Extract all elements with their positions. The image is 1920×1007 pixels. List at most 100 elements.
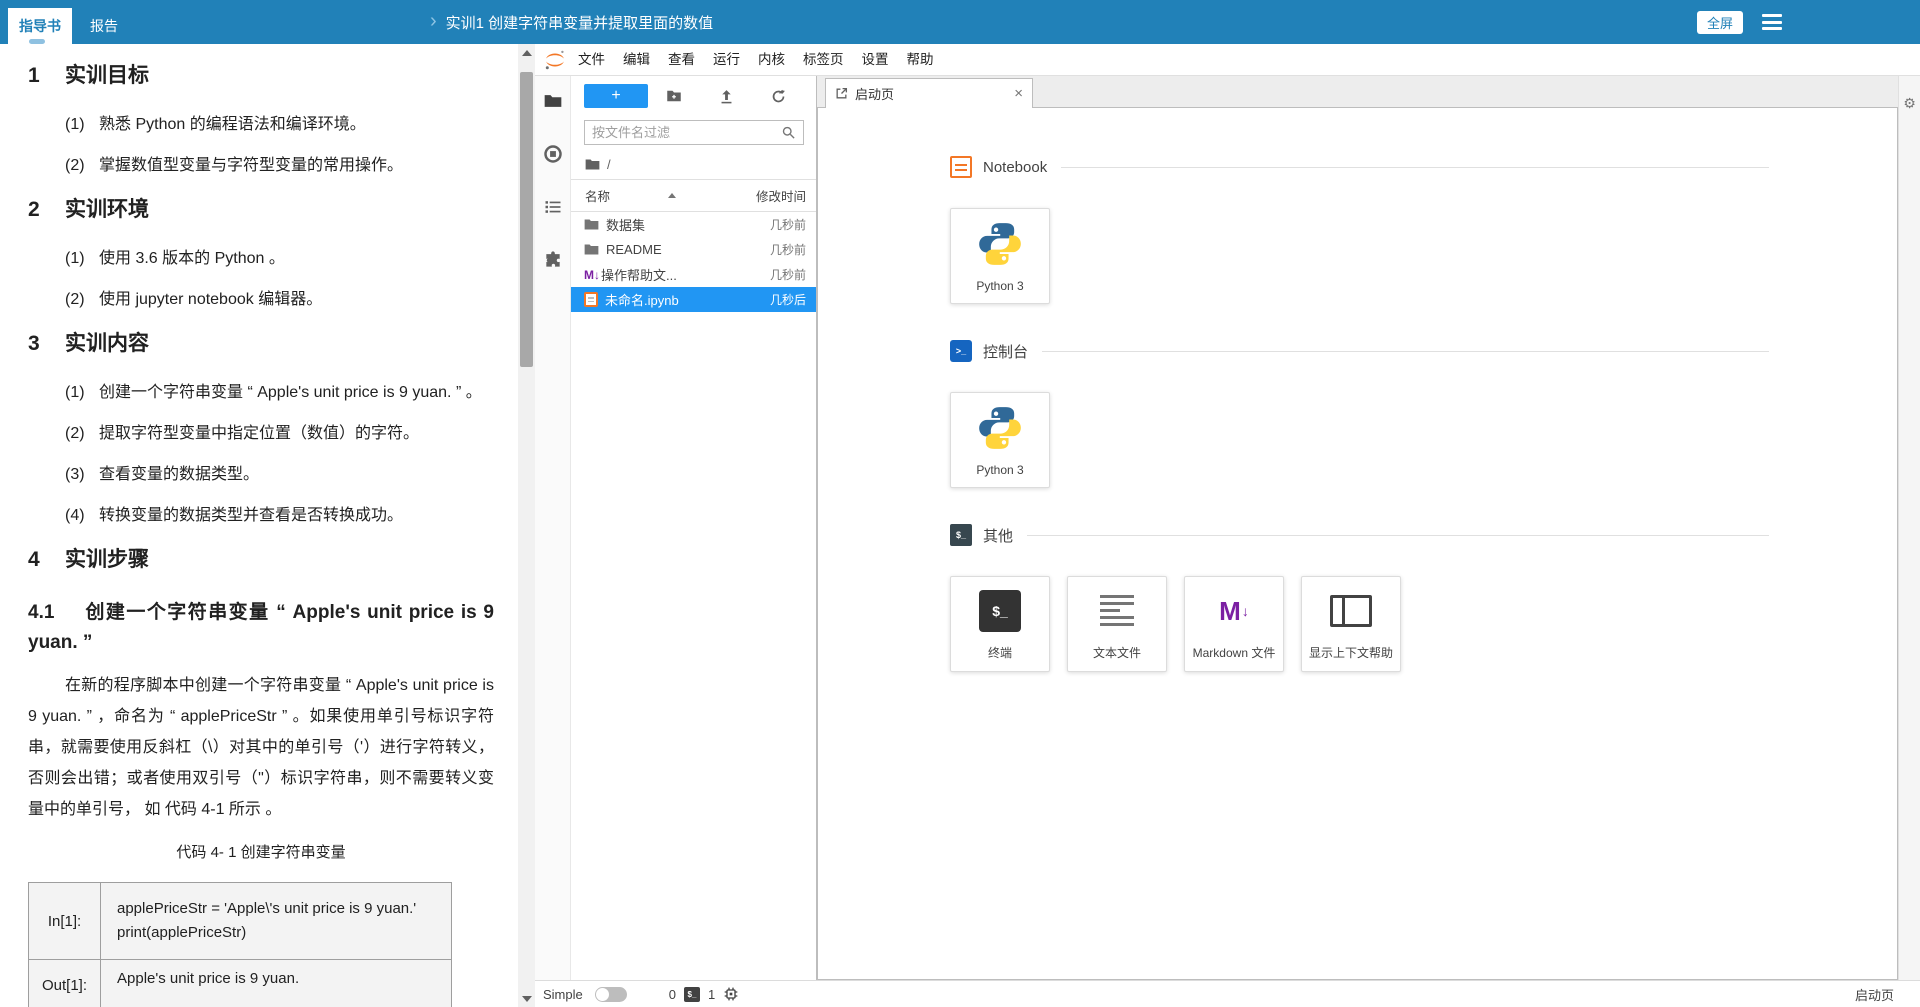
launcher-card-terminal[interactable]: $_ 终端 — [950, 576, 1050, 672]
table-row: In[1]: applePriceStr = 'Apple\'s unit pr… — [28, 882, 452, 960]
file-row-dataset[interactable]: 数据集 几秒前 — [571, 212, 816, 237]
app-header: 指导书 报告 › 实训1 创建字符串变量并提取里面的数值 全屏 — [0, 0, 1920, 44]
section-heading-3: 3 实训内容 — [28, 332, 149, 355]
tab-launcher[interactable]: 启动页 × — [825, 78, 1033, 108]
tab-bar: 启动页 × — [817, 76, 1898, 108]
menu-list: 文件 编辑 查看 运行 内核 标签页 设置 帮助 — [569, 44, 943, 75]
list-item: (1) 创建一个字符串变量 “ Apple's unit price is 9 y… — [65, 384, 482, 401]
new-folder-icon[interactable] — [648, 87, 700, 105]
refresh-icon[interactable] — [752, 88, 804, 105]
body-paragraph: 在新的程序脚本中创建一个字符串变量 “ Apple's unit price i… — [28, 677, 494, 818]
breadcrumb-root[interactable]: / — [571, 149, 816, 180]
context-help-icon — [1330, 594, 1372, 627]
list-item: (1) 熟悉 Python 的编程语法和编译环境。 — [65, 116, 366, 133]
list-item: (2) 掌握数值型变量与字符型变量的常用操作。 — [65, 157, 404, 174]
other-section-icon: $_ — [950, 524, 972, 546]
menu-file[interactable]: 文件 — [569, 44, 614, 75]
section-heading-1: 1 实训目标 — [28, 64, 149, 87]
new-launcher-button[interactable]: + — [584, 84, 648, 108]
launcher-tab-icon — [836, 87, 848, 99]
menu-kernel[interactable]: 内核 — [749, 44, 794, 75]
document-scrollbar[interactable] — [518, 44, 535, 1007]
scroll-up-icon[interactable] — [518, 44, 535, 61]
upload-icon[interactable] — [700, 88, 752, 105]
list-item: (2) 使用 jupyter notebook 编辑器。 — [65, 291, 323, 308]
jupyter-menubar: 文件 编辑 查看 运行 内核 标签页 设置 帮助 — [535, 44, 1920, 76]
menu-edit[interactable]: 编辑 — [614, 44, 659, 75]
column-name[interactable]: 名称 — [585, 186, 610, 205]
input-label: In[1]: — [28, 882, 101, 960]
launcher-section-notebook: Notebook Python 3 — [950, 156, 1769, 304]
launcher-card-python3-console[interactable]: Python 3 — [950, 392, 1050, 488]
tab-report-label: 报告 — [90, 18, 118, 34]
status-bar: Simple 0 $_ 1 启动页 — [535, 980, 1920, 1007]
markdown-icon: M ↓ — [1219, 595, 1249, 626]
filter-box — [584, 120, 804, 145]
tab-report[interactable]: 报告 — [72, 8, 136, 44]
main-dock-panel: 启动页 × Notebook Python 3 >_ 控制台 Python 3 … — [817, 76, 1898, 980]
menu-view[interactable]: 查看 — [659, 44, 704, 75]
menu-help[interactable]: 帮助 — [898, 44, 943, 75]
folder-icon — [584, 219, 599, 230]
terminal-count: 0 — [668, 986, 676, 1002]
file-row-help-doc[interactable]: M↓ 操作帮助文... 几秒前 — [571, 262, 816, 287]
simple-mode-label: Simple — [543, 986, 583, 1002]
file-list-header[interactable]: 名称 修改时间 — [571, 180, 816, 212]
list-item: (4) 转换变量的数据类型并查看是否转换成功。 — [65, 507, 404, 524]
markdown-file-icon: M↓ — [584, 267, 600, 282]
menu-icon[interactable] — [1762, 14, 1782, 30]
text-file-icon — [1100, 595, 1134, 626]
section-heading-4: 4 实训步骤 — [28, 548, 149, 571]
tab-guidebook-label: 指导书 — [19, 18, 61, 34]
file-row-notebook-selected[interactable]: 未命名.ipynb 几秒后 — [571, 287, 816, 312]
list-item: (3) 查看变量的数据类型。 — [65, 466, 260, 483]
launcher-card-python3-notebook[interactable]: Python 3 — [950, 208, 1050, 304]
launcher-card-textfile[interactable]: 文本文件 — [1067, 576, 1167, 672]
section-heading-2: 2 实训环境 — [28, 198, 149, 221]
chevron-right-icon: › — [430, 10, 437, 32]
close-tab-icon[interactable]: × — [1014, 86, 1023, 101]
fullscreen-button[interactable]: 全屏 — [1697, 11, 1743, 34]
list-item: (1) 使用 3.6 版本的 Python 。 — [65, 250, 285, 267]
menu-settings[interactable]: 设置 — [853, 44, 898, 75]
menu-tabs[interactable]: 标签页 — [794, 44, 853, 75]
subsection-heading-4-1: 4.1 创建一个字符串变量 “ Apple's unit price is 9 y… — [28, 602, 494, 653]
file-row-readme[interactable]: README 几秒前 — [571, 237, 816, 262]
scrollbar-thumb[interactable] — [520, 72, 533, 367]
menu-run[interactable]: 运行 — [704, 44, 749, 75]
column-modified[interactable]: 修改时间 — [756, 186, 806, 205]
notebook-file-icon — [584, 292, 598, 307]
scroll-down-icon[interactable] — [518, 990, 535, 1007]
console-section-icon: >_ — [950, 340, 972, 362]
code-caption: 代码 4- 1 创建字符串变量 — [176, 844, 346, 861]
launcher-card-markdown[interactable]: M ↓ Markdown 文件 — [1184, 576, 1284, 672]
section-rule — [1027, 534, 1769, 536]
file-browser-panel: + 按文件名过滤 / 名称 修改时间 数据集 几秒前 README 几秒前 M↓… — [571, 76, 817, 980]
jupyter-logo-icon — [543, 48, 567, 72]
jupyterlab: 文件 编辑 查看 运行 内核 标签页 设置 帮助 + 按文件名过滤 / 名称 修… — [535, 44, 1920, 1007]
filter-input[interactable] — [592, 125, 781, 140]
property-inspector-icon[interactable] — [542, 196, 564, 218]
input-code: applePriceStr = 'Apple\'s unit price is … — [100, 882, 452, 960]
app: 指导书 报告 › 实训1 创建字符串变量并提取里面的数值 全屏 1 实训目标 (… — [0, 0, 1920, 1007]
sort-ascending-icon — [668, 193, 677, 198]
page-title: 实训1 创建字符串变量并提取里面的数值 — [445, 14, 714, 32]
launcher-card-context-help[interactable]: 显示上下文帮助 — [1301, 576, 1401, 672]
simple-mode-toggle[interactable] — [594, 986, 627, 1002]
gear-icon[interactable]: ⚙ — [1903, 96, 1916, 980]
terminal-icon: $_ — [979, 589, 1021, 632]
file-browser-icon[interactable] — [542, 90, 564, 112]
python-icon — [975, 393, 1025, 463]
table-row: Out[1]: Apple's unit price is 9 yuan. — [28, 959, 452, 1007]
list-item: (2) 提取字符型变量中指定位置（数值）的字符。 — [65, 425, 420, 442]
kernel-chip-icon — [724, 987, 738, 1001]
search-icon — [781, 125, 796, 140]
status-context-label: 启动页 — [1854, 987, 1894, 1003]
active-tab-indicator — [29, 39, 45, 44]
session-counts[interactable]: 0 $_ 1 — [669, 986, 739, 1002]
extensions-icon[interactable] — [542, 249, 564, 271]
kernel-count: 1 — [707, 986, 716, 1002]
running-sessions-icon[interactable] — [542, 143, 564, 165]
guidebook-document: 1 实训目标 (1) 熟悉 Python 的编程语法和编译环境。 (2) 掌握数值型… — [0, 44, 518, 1007]
output-text: Apple's unit price is 9 yuan. — [100, 959, 452, 1007]
